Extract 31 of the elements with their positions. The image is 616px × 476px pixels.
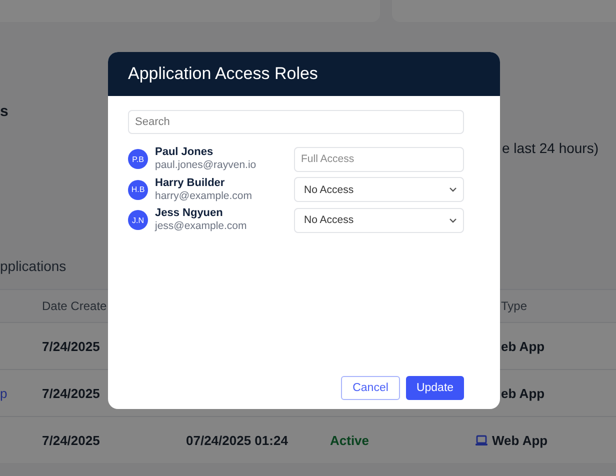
cancel-button[interactable]: Cancel <box>341 376 400 400</box>
avatar: J.N <box>128 210 148 230</box>
user-name: Paul Jones <box>155 146 214 159</box>
table-cell: eb App <box>501 386 545 400</box>
avatar: H.B <box>128 180 148 200</box>
table-cell: eb App <box>501 338 545 354</box>
role-field: Full Access <box>294 146 464 172</box>
role-dropdown[interactable]: No Access <box>294 208 464 232</box>
user-name: Harry Builder <box>155 176 226 190</box>
search-field[interactable]: Search <box>128 110 464 134</box>
update-button[interactable]: Update <box>406 376 464 400</box>
note-text: e last 24 hours) <box>502 139 600 158</box>
user-email: jess@example.com <box>155 220 248 233</box>
section-title: s <box>0 102 8 122</box>
table-cell-text: 7/24/2025 <box>42 432 101 448</box>
avatar: P.B <box>128 149 148 169</box>
chevron-down-icon <box>449 218 457 222</box>
table-cell: Web App <box>492 432 548 448</box>
table-title: pplications <box>0 257 68 276</box>
role-dropdown[interactable]: No Access <box>294 177 464 202</box>
app-link[interactable]: p <box>0 386 42 400</box>
table-cell-text: 07/24/2025 01:24 <box>186 432 289 448</box>
column-header[interactable]: Type <box>501 299 528 313</box>
table-cell-text: 7/24/2025 <box>42 386 101 400</box>
user-email: paul.jones@rayven.io <box>155 159 258 172</box>
user-email: harry@example.com <box>155 190 254 202</box>
status-text: Active <box>330 432 370 448</box>
chevron-down-icon <box>449 187 457 192</box>
table-cell-text: 7/24/2025 <box>42 338 101 354</box>
dialog-title: Application Access Roles <box>108 52 500 96</box>
user-name: Jess Ngyuen <box>155 207 224 220</box>
